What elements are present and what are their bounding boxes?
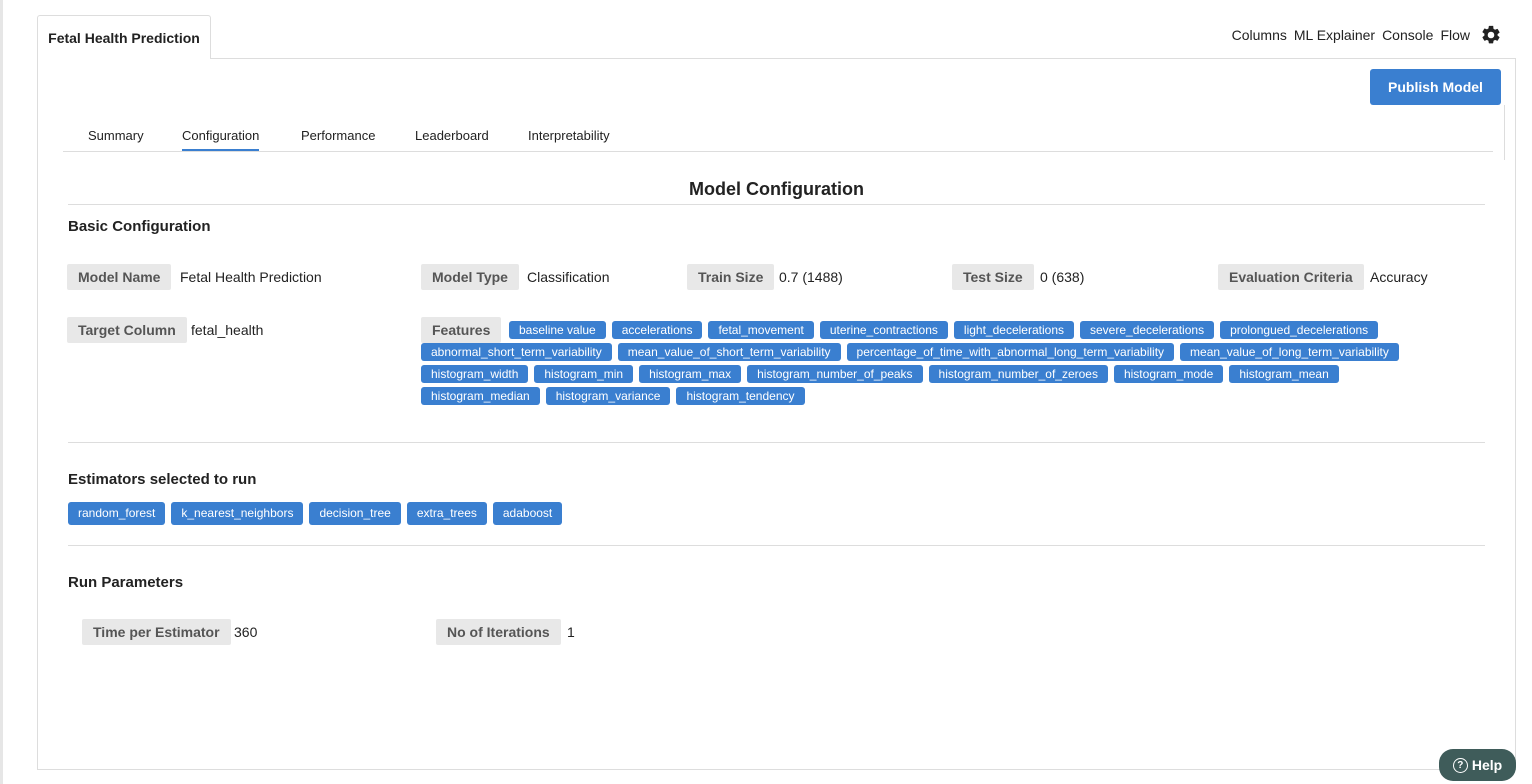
menu-flow[interactable]: Flow: [1440, 27, 1470, 43]
feature-chip: histogram_min: [534, 365, 634, 383]
gear-icon[interactable]: [1480, 24, 1502, 46]
tab-summary[interactable]: Summary: [88, 128, 144, 149]
feature-chip: accelerations: [611, 321, 703, 339]
feature-chip: percentage_of_time_with_abnormal_long_te…: [846, 343, 1175, 361]
divider: [68, 204, 1485, 205]
feature-chip: histogram_variance: [545, 387, 671, 405]
iterations-value: 1: [567, 624, 575, 640]
help-button[interactable]: ? Help: [1439, 749, 1516, 781]
train-size-label: Train Size: [687, 264, 775, 290]
model-name-label: Model Name: [67, 264, 172, 290]
feature-chip: histogram_width: [421, 365, 529, 383]
tab-bar: Summary Configuration Performance Leader…: [63, 120, 1493, 152]
tab-performance[interactable]: Performance: [301, 128, 375, 149]
page-title: Model Configuration: [689, 179, 864, 199]
feature-chip: uterine_contractions: [819, 321, 948, 339]
tab-leaderboard[interactable]: Leaderboard: [415, 128, 489, 149]
help-label: Help: [1471, 757, 1503, 773]
estimator-chip: extra_trees: [406, 502, 487, 525]
menu-console[interactable]: Console: [1382, 27, 1433, 43]
estimators-title: Estimators selected to run: [68, 471, 257, 488]
feature-chip: baseline value: [509, 321, 606, 339]
divider: [68, 545, 1485, 546]
target-column-label: Target Column: [67, 317, 187, 343]
test-size-value: 0 (638): [1040, 269, 1085, 285]
feature-chip: fetal_movement: [708, 321, 814, 339]
left-edge: [0, 0, 3, 784]
evaluation-criteria-label: Evaluation Criteria: [1218, 264, 1364, 290]
publish-model-button[interactable]: Publish Model: [1370, 69, 1501, 105]
target-column-value: fetal_health: [191, 322, 264, 338]
time-per-estimator-label: Time per Estimator: [82, 619, 231, 645]
feature-chip: prolongued_decelerations: [1220, 321, 1379, 339]
estimator-chip: random_forest: [68, 502, 166, 525]
divider: [68, 442, 1485, 443]
estimator-chip: decision_tree: [309, 502, 401, 525]
feature-chip: histogram_mean: [1229, 365, 1339, 383]
feature-chip: histogram_max: [639, 365, 742, 383]
menu-ml-explainer[interactable]: ML Explainer: [1294, 27, 1375, 43]
feature-chip: mean_value_of_long_term_variability: [1180, 343, 1399, 361]
tab-configuration[interactable]: Configuration: [182, 128, 260, 151]
evaluation-criteria-value: Accuracy: [1370, 269, 1428, 285]
train-size-value: 0.7 (1488): [779, 269, 843, 285]
feature-chip: light_decelerations: [953, 321, 1074, 339]
model-name-value: Fetal Health Prediction: [180, 269, 322, 285]
main-panel: [37, 58, 1516, 770]
test-size-label: Test Size: [952, 264, 1034, 290]
feature-chip: histogram_number_of_zeroes: [928, 365, 1108, 383]
menu-columns[interactable]: Columns: [1232, 27, 1287, 43]
feature-chip: histogram_median: [421, 387, 540, 405]
feature-chip: abnormal_short_term_variability: [421, 343, 612, 361]
basic-config-title: Basic Configuration: [68, 218, 211, 235]
feature-chip: histogram_tendency: [676, 387, 805, 405]
feature-chip-list: baseline value accelerations fetal_movem…: [421, 321, 1421, 405]
feature-chip: histogram_mode: [1113, 365, 1224, 383]
top-menu: Columns ML Explainer Console Flow: [1232, 24, 1502, 46]
run-parameters-title: Run Parameters: [68, 574, 184, 591]
document-tab[interactable]: Fetal Health Prediction: [37, 15, 211, 59]
feature-chip: severe_decelerations: [1080, 321, 1215, 339]
feature-chip: histogram_number_of_peaks: [747, 365, 923, 383]
question-circle-icon: ?: [1452, 757, 1468, 773]
divider: [1504, 105, 1505, 160]
tab-interpretability[interactable]: Interpretability: [528, 128, 610, 149]
estimator-chip: k_nearest_neighbors: [171, 502, 304, 525]
model-type-label: Model Type: [421, 264, 519, 290]
feature-chip: mean_value_of_short_term_variability: [617, 343, 841, 361]
model-type-value: Classification: [527, 269, 610, 285]
time-per-estimator-value: 360: [234, 624, 258, 640]
estimator-chip: adaboost: [492, 502, 563, 525]
estimator-chip-list: random_forest k_nearest_neighbors decisi…: [68, 502, 1068, 525]
iterations-label: No of Iterations: [436, 619, 561, 645]
